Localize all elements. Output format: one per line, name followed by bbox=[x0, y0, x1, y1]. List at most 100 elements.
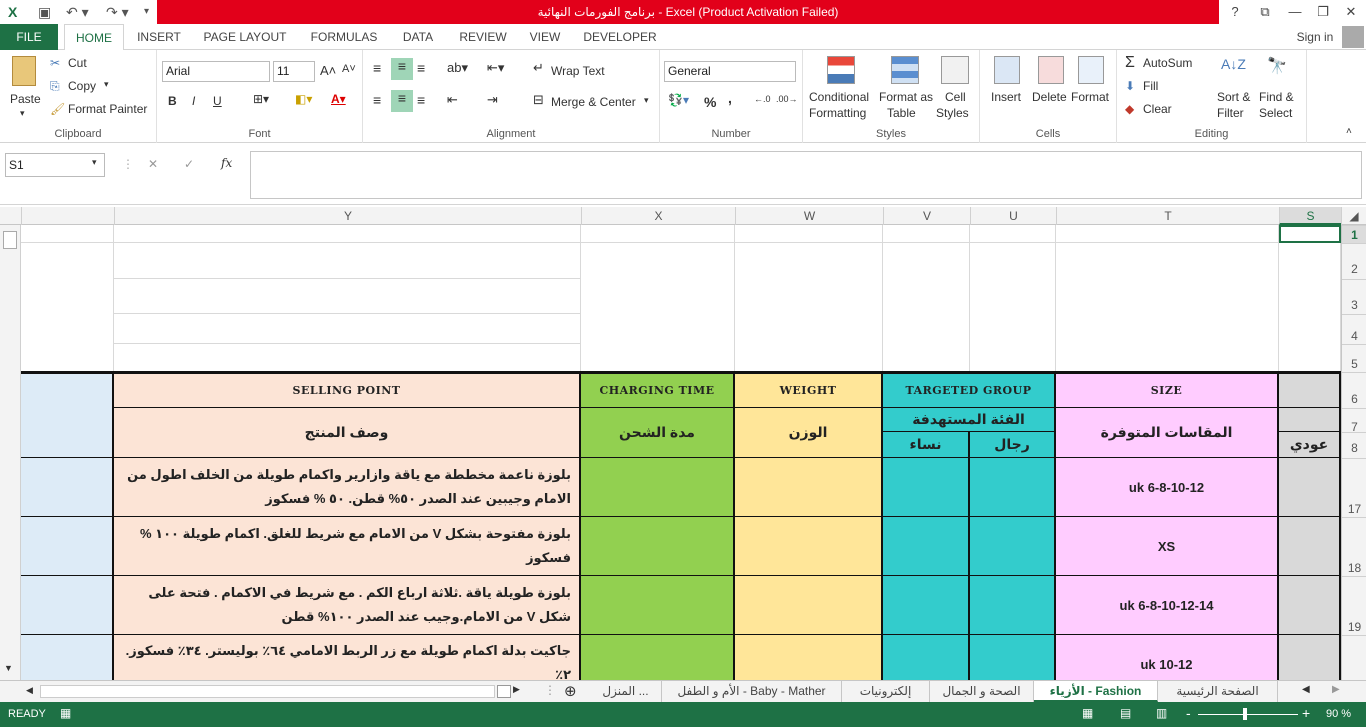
header-men[interactable]: رجال bbox=[970, 432, 1056, 458]
product-desc[interactable]: جاكيت بدلة اكمام طويلة مع زر الربط الاما… bbox=[114, 635, 581, 680]
cell[interactable] bbox=[883, 225, 970, 243]
font-color-icon[interactable]: A▾ bbox=[331, 92, 346, 106]
autosum-button[interactable]: AutoSum bbox=[1143, 56, 1192, 70]
row-header-4[interactable]: 4 bbox=[1342, 314, 1366, 344]
align-top-icon[interactable]: ≡ bbox=[373, 60, 381, 76]
header-cell-blank[interactable] bbox=[21, 374, 114, 458]
cell[interactable] bbox=[21, 225, 114, 243]
cell[interactable] bbox=[970, 458, 1056, 517]
cell[interactable] bbox=[21, 243, 114, 372]
header-weight[interactable]: WEIGHT bbox=[735, 374, 883, 408]
cell[interactable] bbox=[1279, 576, 1341, 635]
product-desc[interactable]: بلوزة مفتوحة بشكل V من الامام مع شريط لل… bbox=[114, 517, 581, 576]
name-box[interactable]: S1 bbox=[5, 153, 105, 177]
product-desc[interactable]: بلوزة طويلة ياقة .ثلاثة ارباع الكم . مع … bbox=[114, 576, 581, 635]
scroll-down-icon[interactable]: ▼ bbox=[4, 663, 13, 673]
header-selling-point[interactable]: SELLING POINT bbox=[114, 374, 581, 408]
insert-cells-icon[interactable] bbox=[994, 56, 1020, 84]
cell[interactable] bbox=[883, 458, 970, 517]
percent-button[interactable]: % bbox=[704, 94, 716, 110]
merge-dropdown-icon[interactable]: ▾ bbox=[644, 95, 649, 106]
cell[interactable] bbox=[1056, 225, 1279, 243]
cell[interactable] bbox=[883, 635, 970, 680]
decrease-decimal-icon[interactable]: .00→ bbox=[776, 94, 798, 104]
restore-icon[interactable]: ❐ bbox=[1308, 0, 1338, 24]
row-header-17[interactable]: 17 bbox=[1342, 458, 1366, 517]
comma-button[interactable]: , bbox=[728, 90, 732, 106]
hscroll-left-icon[interactable]: ◀ bbox=[26, 685, 33, 696]
collapse-ribbon-icon[interactable]: ˄ bbox=[1346, 126, 1352, 137]
cell[interactable] bbox=[883, 576, 970, 635]
cell[interactable] bbox=[581, 517, 735, 576]
cell[interactable] bbox=[21, 458, 114, 517]
cell[interactable] bbox=[970, 243, 1056, 372]
save-icon[interactable]: ▣ bbox=[38, 3, 51, 21]
header-charging-ar[interactable]: مدة الشحن bbox=[581, 408, 735, 458]
row-header-2[interactable]: 2 bbox=[1342, 243, 1366, 279]
horizontal-scrollbar[interactable] bbox=[40, 685, 495, 698]
header-women[interactable]: نساء bbox=[883, 432, 970, 458]
bold-button[interactable]: B bbox=[168, 94, 177, 108]
cell[interactable] bbox=[114, 279, 581, 314]
header-sizes-ar[interactable]: المقاسات المتوفرة bbox=[1056, 408, 1279, 458]
product-size[interactable]: uk 6-8-10-12-14 bbox=[1056, 576, 1279, 635]
header-charging-time[interactable]: CHARGING TIME bbox=[581, 374, 735, 408]
cancel-icon[interactable]: ✕ bbox=[148, 157, 158, 171]
hscroll-thumb[interactable] bbox=[497, 685, 511, 698]
zoom-slider[interactable] bbox=[1198, 714, 1298, 715]
paste-button[interactable]: Paste bbox=[10, 92, 41, 106]
sort-filter-button[interactable]: Sort & bbox=[1217, 90, 1250, 104]
cell[interactable] bbox=[970, 517, 1056, 576]
row-header-20[interactable] bbox=[1342, 635, 1366, 680]
cell[interactable] bbox=[735, 635, 883, 680]
sheet-scroll-right-icon[interactable]: ▶ bbox=[1332, 684, 1340, 695]
product-size[interactable]: uk 6-8-10-12 bbox=[1056, 458, 1279, 517]
cell[interactable] bbox=[581, 243, 735, 372]
help-button[interactable]: ? bbox=[1220, 0, 1250, 24]
page-break-view-icon[interactable]: ▥ bbox=[1156, 706, 1167, 720]
delete-cells-icon[interactable] bbox=[1038, 56, 1064, 84]
column-header-t[interactable]: T bbox=[1056, 207, 1279, 225]
product-size[interactable]: XS bbox=[1056, 517, 1279, 576]
formula-input[interactable] bbox=[250, 151, 1362, 199]
tab-split-handle[interactable]: ⋮ bbox=[544, 683, 556, 697]
format-as-table-icon[interactable] bbox=[891, 56, 919, 84]
conditional-formatting-button[interactable]: Conditional bbox=[809, 90, 869, 104]
merge-icon[interactable]: ⊟ bbox=[533, 92, 544, 108]
sheet-tab-main[interactable]: الصفحة الرئيسية bbox=[1158, 681, 1278, 702]
macro-record-icon[interactable]: ▦ bbox=[60, 706, 71, 720]
customize-qat-icon[interactable]: ▾ bbox=[144, 3, 149, 21]
cell[interactable] bbox=[970, 576, 1056, 635]
column-header-y[interactable]: Y bbox=[114, 207, 581, 225]
tab-view[interactable]: VIEW bbox=[522, 24, 568, 50]
copy-dropdown-icon[interactable]: ▾ bbox=[104, 79, 109, 90]
cell[interactable] bbox=[114, 314, 581, 344]
clear-icon[interactable]: ◆ bbox=[1125, 102, 1134, 116]
tab-file[interactable]: FILE bbox=[0, 24, 58, 50]
autosum-icon[interactable]: Σ bbox=[1125, 54, 1135, 72]
paste-icon[interactable] bbox=[12, 56, 36, 86]
merge-center-button[interactable]: Merge & Center bbox=[551, 95, 636, 109]
minimize-icon[interactable]: — bbox=[1280, 0, 1310, 24]
ribbon-display-icon[interactable]: ⧉ bbox=[1250, 0, 1280, 24]
tab-review[interactable]: REVIEW bbox=[452, 24, 514, 50]
product-size[interactable]: uk 10-12 bbox=[1056, 635, 1279, 680]
zoom-out-button[interactable]: - bbox=[1186, 705, 1191, 721]
enter-icon[interactable]: ✓ bbox=[184, 157, 194, 171]
tab-developer[interactable]: DEVELOPER bbox=[578, 24, 662, 50]
sheet-tab-health-beauty[interactable]: الصحة و الجمال bbox=[930, 681, 1034, 702]
decrease-indent-icon[interactable]: ⇤ bbox=[447, 92, 458, 108]
find-select-button[interactable]: Find & bbox=[1259, 90, 1294, 104]
italic-button[interactable]: I bbox=[192, 94, 195, 108]
align-left-icon[interactable]: ≡ bbox=[373, 92, 381, 108]
header-targeted-group[interactable]: TARGETED GROUP bbox=[883, 374, 1056, 408]
cell[interactable] bbox=[581, 576, 735, 635]
cell[interactable] bbox=[21, 635, 114, 680]
avatar[interactable] bbox=[1342, 26, 1364, 48]
product-desc[interactable]: بلوزة ناعمة مخططة مع ياقة وازارير واكمام… bbox=[114, 458, 581, 517]
cell[interactable] bbox=[1279, 635, 1341, 680]
select-all-corner[interactable]: ◢ bbox=[1341, 207, 1366, 225]
cell[interactable] bbox=[1279, 458, 1341, 517]
cell[interactable] bbox=[21, 576, 114, 635]
column-header-v[interactable]: V bbox=[883, 207, 970, 225]
